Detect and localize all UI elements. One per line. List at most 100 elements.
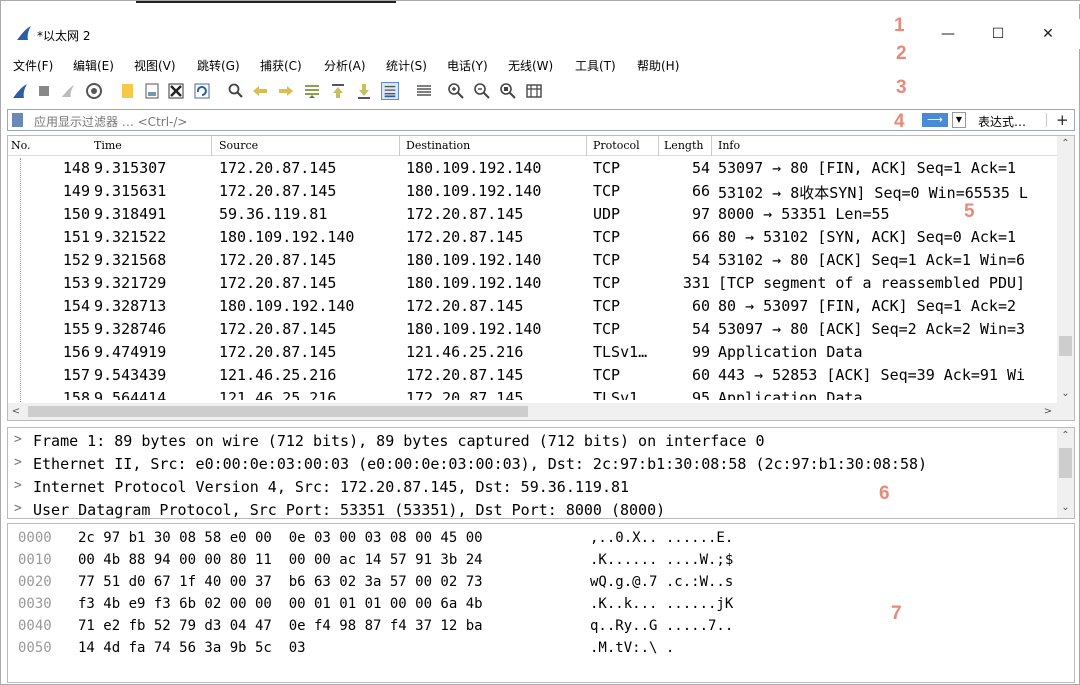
go-back-icon[interactable] — [251, 82, 269, 100]
menu-telephony[interactable]: 电话(Y) — [447, 57, 488, 74]
annotation-number: 6 — [879, 483, 890, 504]
packet-bytes-pane: 0000 2c 97 b1 30 08 58 e0 00 0e 03 00 03 … — [7, 523, 1075, 683]
auto-scroll-icon[interactable] — [381, 82, 399, 100]
go-to-packet-icon[interactable] — [303, 82, 321, 100]
menu-go[interactable]: 跳转(G) — [197, 57, 240, 74]
annotation-number: 4 — [894, 111, 905, 132]
top-strip — [1, 1, 1080, 4]
packet-row[interactable]: 151 9.321522 180.109.192.140 172.20.87.145 T… — [8, 226, 1058, 249]
expand-chevron-icon[interactable]: > — [14, 432, 22, 447]
column-divider[interactable] — [711, 136, 712, 156]
annotation-number: 2 — [896, 43, 907, 64]
menu-help[interactable]: 帮助(H) — [637, 57, 679, 74]
details-vscroll[interactable]: ⌃ ⌄ — [1057, 428, 1074, 518]
menu-bar: 文件(F) 编辑(E) 视图(V) 跳转(G) 捕获(C) 分析(A) 统计(S… — [1, 53, 1080, 77]
annotation-number: 5 — [964, 201, 975, 222]
find-packet-icon[interactable] — [227, 82, 245, 100]
scroll-thumb[interactable] — [1059, 448, 1072, 478]
packet-row[interactable]: 158 9.564414 121.46.25.216 172.20.87.145 TLS… — [8, 387, 1058, 400]
wireshark-window: *以太网 2 — ☐ ✕ 文件(F) 编辑(E) 视图(V) 跳转(G) 捕获(… — [0, 0, 1080, 685]
column-length[interactable]: Length — [664, 139, 703, 152]
scroll-up-icon[interactable]: ⌃ — [1057, 428, 1074, 444]
scroll-right-icon[interactable]: > — [1040, 403, 1056, 420]
column-divider[interactable] — [399, 136, 400, 156]
column-divider[interactable] — [586, 136, 587, 156]
menu-tools[interactable]: 工具(T) — [575, 57, 616, 74]
expression-button[interactable]: 表达式… — [978, 113, 1026, 130]
packet-list-pane: No. Time Source Destination Protocol Len… — [7, 135, 1075, 421]
title-bar: *以太网 2 — ☐ ✕ — [1, 19, 1080, 49]
scroll-left-icon[interactable]: < — [8, 403, 24, 420]
menu-view[interactable]: 视图(V) — [134, 57, 176, 74]
packet-row[interactable]: 149 9.315631 172.20.87.145 180.109.192.140 T… — [8, 180, 1058, 203]
maximize-button[interactable]: ☐ — [983, 23, 1013, 45]
add-filter-button[interactable]: + — [1056, 111, 1069, 129]
close-button[interactable]: ✕ — [1033, 23, 1063, 45]
go-first-icon[interactable] — [329, 82, 347, 100]
restart-capture-icon[interactable] — [59, 82, 77, 100]
top-strip-mark — [136, 1, 396, 3]
packet-row[interactable]: 150 9.318491 59.36.119.81 172.20.87.145 UDP 9… — [8, 203, 1058, 226]
start-capture-icon[interactable] — [11, 82, 29, 100]
menu-edit[interactable]: 编辑(E) — [73, 57, 114, 74]
column-no[interactable]: No. — [11, 139, 31, 152]
window-title: *以太网 2 — [37, 29, 91, 43]
display-filter-bar: 应用显示过滤器 … <Ctrl-/> ⟶ ▼ 表达式… + — [7, 109, 1075, 131]
annotation-number: 3 — [896, 77, 907, 98]
zoom-normal-icon[interactable] — [499, 82, 517, 100]
close-file-icon[interactable] — [167, 82, 185, 100]
stop-capture-icon[interactable] — [35, 82, 53, 100]
column-divider[interactable] — [658, 136, 659, 156]
menu-capture[interactable]: 捕获(C) — [260, 57, 302, 74]
packet-list-vscroll[interactable]: ⌃ ⌄ — [1057, 136, 1074, 404]
expand-chevron-icon[interactable]: > — [14, 501, 22, 516]
hscroll-thumb[interactable] — [28, 406, 528, 417]
bookmark-icon[interactable] — [12, 113, 23, 127]
column-destination[interactable]: Destination — [406, 139, 470, 152]
packet-list-header: No. Time Source Destination Protocol Len… — [8, 136, 1058, 156]
packet-row[interactable]: 153 9.321729 172.20.87.145 180.109.192.140 T… — [8, 272, 1058, 295]
packet-row[interactable]: 156 9.474919 172.20.87.145 121.46.25.216 TLS… — [8, 341, 1058, 364]
capture-options-icon[interactable] — [85, 82, 103, 100]
packet-row[interactable]: 148 9.315307 172.20.87.145 180.109.192.140 T… — [8, 157, 1058, 180]
column-info[interactable]: Info — [718, 139, 740, 152]
annotation-number: 7 — [891, 603, 902, 624]
menu-wireless[interactable]: 无线(W) — [508, 57, 553, 74]
packet-details-pane: > Frame 1: 89 bytes on wire (712 bits), 8… — [7, 427, 1075, 519]
packet-row[interactable]: 157 9.543439 121.46.25.216 172.20.87.145 TCP… — [8, 364, 1058, 387]
display-filter-input[interactable]: 应用显示过滤器 … <Ctrl-/> — [34, 113, 187, 130]
column-source[interactable]: Source — [219, 139, 258, 152]
scroll-down-icon[interactable]: ⌄ — [1057, 500, 1074, 516]
packet-row[interactable]: 152 9.321568 172.20.87.145 180.109.192.140 T… — [8, 249, 1058, 272]
packet-list-hscroll[interactable]: < > — [8, 403, 1074, 420]
menu-statistics[interactable]: 统计(S) — [386, 57, 427, 74]
menu-file[interactable]: 文件(F) — [13, 57, 53, 74]
expand-chevron-icon[interactable]: > — [14, 455, 22, 470]
zoom-in-icon[interactable] — [447, 82, 465, 100]
column-protocol[interactable]: Protocol — [593, 139, 640, 152]
reload-file-icon[interactable] — [193, 82, 211, 100]
main-toolbar — [1, 79, 1080, 105]
packet-row[interactable]: 155 9.328746 172.20.87.145 180.109.192.140 T… — [8, 318, 1058, 341]
column-divider[interactable] — [211, 136, 212, 156]
colorize-icon[interactable] — [415, 82, 433, 100]
apply-filter-button[interactable]: ⟶ — [922, 113, 948, 127]
menu-analyze[interactable]: 分析(A) — [324, 57, 366, 74]
minimize-button[interactable]: — — [933, 23, 963, 45]
go-forward-icon[interactable] — [277, 82, 295, 100]
go-last-icon[interactable] — [355, 82, 373, 100]
packet-row[interactable]: 154 9.328713 180.109.192.140 172.20.87.145 T… — [8, 295, 1058, 318]
scroll-thumb[interactable] — [1059, 336, 1072, 356]
zoom-out-icon[interactable] — [473, 82, 491, 100]
save-file-icon[interactable] — [143, 82, 161, 100]
scroll-up-icon[interactable]: ⌃ — [1057, 136, 1074, 152]
column-time[interactable]: Time — [94, 139, 122, 152]
annotation-number: 1 — [894, 15, 905, 36]
scroll-down-icon[interactable]: ⌄ — [1057, 386, 1074, 402]
filter-history-dropdown[interactable]: ▼ — [952, 112, 966, 128]
open-file-icon[interactable] — [119, 82, 137, 100]
wireshark-fin-icon — [17, 26, 31, 40]
resize-columns-icon[interactable] — [525, 82, 543, 100]
expand-chevron-icon[interactable]: > — [14, 478, 22, 493]
filter-separator — [1046, 113, 1047, 127]
